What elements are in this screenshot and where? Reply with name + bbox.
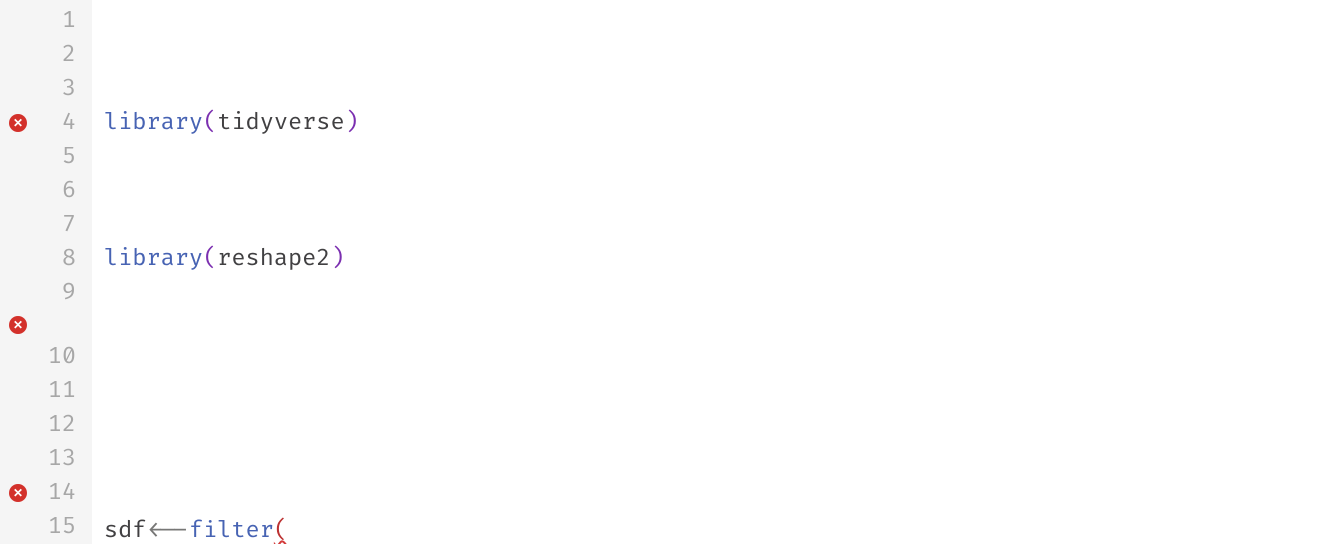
line-number: 1	[36, 4, 92, 38]
line-number: 15	[36, 510, 92, 544]
gutter: 1 2 3 4 5 6 7 8	[0, 0, 92, 544]
gutter-row[interactable]: 3	[0, 72, 92, 106]
error-icon[interactable]	[9, 316, 27, 334]
gutter-row[interactable]: 11	[0, 374, 92, 408]
code-line[interactable]	[104, 378, 1318, 412]
gutter-row[interactable]: 1	[0, 4, 92, 38]
line-number: 9	[36, 276, 92, 310]
error-icon[interactable]	[9, 114, 27, 132]
line-number: 5	[36, 140, 92, 174]
gutter-row[interactable]: 7	[0, 208, 92, 242]
gutter-row[interactable]: 9	[0, 276, 92, 310]
token-function: library	[104, 242, 203, 276]
token-paren-close: )	[330, 242, 344, 276]
gutter-row[interactable]: 15	[0, 510, 92, 544]
code-area[interactable]: library(tidyverse) library(reshape2) sdf…	[92, 0, 1318, 544]
line-number: 6	[36, 174, 92, 208]
gutter-row[interactable]: 14	[0, 476, 92, 510]
token-operator: <--	[146, 514, 188, 544]
line-number: 7	[36, 208, 92, 242]
line-number: 11	[36, 374, 92, 408]
line-number: 14	[36, 476, 92, 510]
token-function: filter	[189, 514, 274, 544]
line-number: 13	[36, 442, 92, 476]
token-paren-open: (	[203, 106, 217, 140]
token-function: library	[104, 106, 203, 140]
gutter-marker[interactable]	[0, 484, 36, 502]
gutter-row[interactable]: 5	[0, 140, 92, 174]
token-paren-open: (	[203, 242, 217, 276]
token-identifier: sdf	[104, 514, 146, 544]
gutter-row[interactable]: 13	[0, 442, 92, 476]
gutter-marker[interactable]	[0, 114, 36, 132]
token-arg: tidyverse	[217, 106, 344, 140]
line-number: 4	[36, 106, 92, 140]
line-number: 2	[36, 38, 92, 72]
gutter-row[interactable]: 8	[0, 242, 92, 276]
code-line[interactable]: sdf<--filter(	[104, 514, 1318, 544]
line-number: 3	[36, 72, 92, 106]
code-line[interactable]: library(tidyverse)	[104, 106, 1318, 140]
line-number: 8	[36, 242, 92, 276]
gutter-row[interactable]: 2	[0, 38, 92, 72]
code-editor: 1 2 3 4 5 6 7 8	[0, 0, 1318, 544]
code-line[interactable]: library(reshape2)	[104, 242, 1318, 276]
gutter-row[interactable]: 6	[0, 174, 92, 208]
line-number: 12	[36, 408, 92, 442]
token-arg: reshape2	[217, 242, 330, 276]
token-paren-close: )	[345, 106, 359, 140]
error-icon[interactable]	[9, 484, 27, 502]
line-number: 10	[36, 340, 92, 374]
gutter-row[interactable]: 4	[0, 106, 92, 140]
gutter-marker[interactable]	[0, 316, 36, 334]
gutter-row[interactable]: 10	[0, 340, 92, 374]
gutter-row[interactable]: 12	[0, 408, 92, 442]
token-paren-open: (	[274, 514, 288, 544]
gutter-row[interactable]	[0, 310, 92, 340]
